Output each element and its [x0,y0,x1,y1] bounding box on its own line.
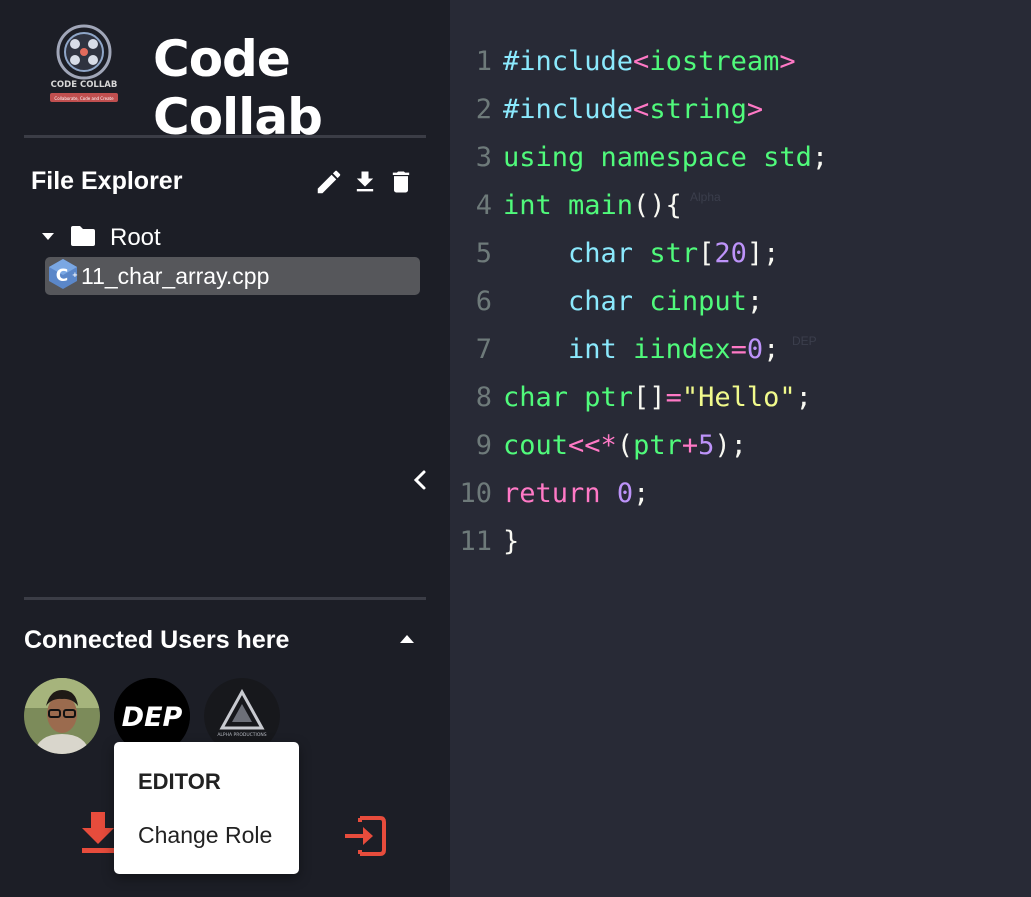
tree-root-label: Root [110,224,161,251]
pencil-icon[interactable] [314,166,344,198]
code-line: 11} [450,518,828,566]
divider [24,597,426,600]
code-line: 7 int iindex = 0; [450,326,828,374]
line-number: 5 [475,238,492,269]
file-name: 11_char_array.cpp [81,262,270,289]
trash-icon[interactable] [386,166,416,198]
exit-icon [345,816,386,856]
svg-text:+: + [72,271,78,279]
line-number: 9 [475,430,492,461]
current-role: EDITOR [138,769,221,794]
code-content[interactable]: 1 #include < iostream > 2 #include < string > 3u… [450,38,828,566]
user-avatar-1[interactable] [24,678,100,754]
code-line: 8 char ptr[] = "Hello"; [450,374,828,422]
file-item-selected[interactable]: C + 11_char_array.cpp [45,257,420,295]
line-number: 11 [459,526,492,557]
leave-room-button[interactable] [343,815,387,862]
divider [24,135,426,138]
line-number: 6 [475,286,492,317]
code-line: 10 return 0; [450,470,828,518]
line-number: 8 [475,382,492,413]
line-number: 1 [475,46,492,77]
cpp-file-icon: C + [48,258,78,295]
alpha-avatar-label: ALPHA PRODUCTIONS [217,732,266,738]
remote-cursor-label-alpha: Alpha [690,190,721,204]
caret-up-icon[interactable] [398,632,416,650]
code-line: 1 #include < iostream > [450,38,828,86]
download-code-button[interactable] [80,812,116,859]
code-line: 9 cout <<*(ptr +5); [450,422,828,470]
dep-avatar-label: DEP [122,702,183,733]
code-line: 6 char cinput; [450,278,828,326]
svg-text:C: C [56,266,68,286]
sidebar: CODE COLLAB Collaborate, Code and Create… [0,0,450,897]
download-icon [82,812,114,853]
logo-text: CODE COLLAB [51,80,118,90]
remote-cursor-label-dep: DEP [792,334,817,348]
file-explorer-title: File Explorer [31,167,183,195]
change-role-menu-item[interactable]: Change Role [138,822,272,849]
code-line: 4 int main(){ [450,182,828,230]
file-explorer-toolbar [314,166,416,198]
caret-down-icon[interactable] [40,229,56,247]
code-line: 3 using namespace std; [450,134,828,182]
logo-tagline: Collaborate, Code and Create [54,96,114,101]
download-icon[interactable] [350,166,380,198]
collapse-sidebar-button[interactable] [409,466,431,499]
line-number: 2 [475,94,492,125]
app-logo: CODE COLLAB Collaborate, Code and Create [47,22,121,104]
line-number: 10 [459,478,492,509]
line-number: 3 [475,142,492,173]
code-line: 5 char str[20]; [450,230,828,278]
role-menu: EDITOR Change Role [114,742,299,874]
tree-root[interactable]: Root [40,224,161,252]
line-number: 7 [475,334,492,365]
app-title: Code Collab [153,30,323,146]
code-line: 2 #include < string > [450,86,828,134]
connected-users-title: Connected Users here [24,626,290,654]
chevron-left-icon [413,470,426,490]
folder-icon [70,225,96,252]
line-number: 4 [475,190,492,221]
